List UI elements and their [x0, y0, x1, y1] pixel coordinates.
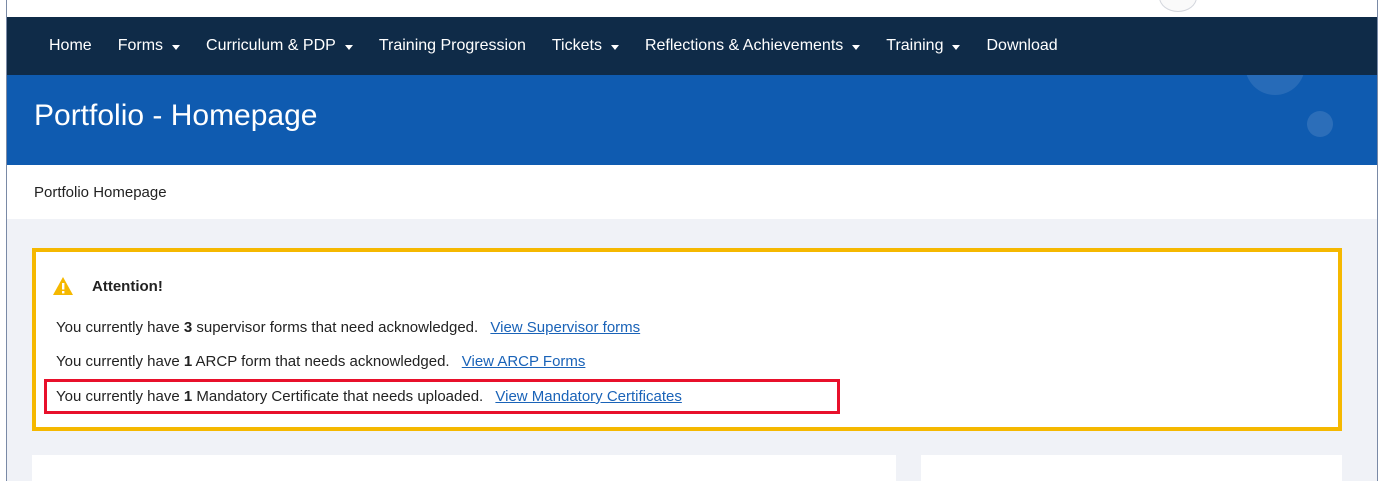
alert-line-count: 3: [183, 319, 193, 336]
nav-training-progression-label: Training Progression: [378, 37, 526, 54]
page-frame: Home Forms Curriculum & PDP Training Pro…: [6, 0, 1378, 481]
breadcrumb-current: Portfolio Homepage: [34, 183, 167, 201]
nav-curriculum-pdp-label: Curriculum & PDP: [206, 37, 336, 54]
caret-down-icon: [852, 44, 861, 50]
alert-line-prefix: You currently have: [56, 353, 184, 370]
view-mandatory-certificates-link[interactable]: View Mandatory Certificates: [495, 388, 681, 405]
nav-download-label: Download: [986, 37, 1058, 54]
page-banner: Portfolio - Homepage: [7, 75, 1377, 165]
alert-heading: Attention!: [92, 277, 163, 295]
caret-down-icon: [610, 44, 619, 50]
caret-down-icon: [344, 44, 353, 50]
user-avatar[interactable]: [1159, 0, 1197, 12]
decorative-circle: [1245, 75, 1305, 95]
nav-reflections-achievements[interactable]: Reflections & Achievements: [644, 37, 861, 55]
nav-training-progression[interactable]: Training Progression: [379, 37, 526, 55]
view-supervisor-forms-link[interactable]: View Supervisor forms: [490, 319, 640, 336]
nav-home[interactable]: Home: [49, 37, 92, 55]
caret-down-icon: [952, 44, 961, 50]
nav-home-label: Home: [49, 37, 92, 54]
main-navbar: Home Forms Curriculum & PDP Training Pro…: [7, 17, 1377, 75]
nav-reflections-achievements-label: Reflections & Achievements: [644, 37, 844, 54]
content-panel-main: [32, 455, 896, 481]
nav-training[interactable]: Training: [886, 37, 961, 55]
alert-line-suffix: supervisor forms that need acknowledged.: [192, 319, 479, 336]
alert-line-suffix: ARCP form that needs acknowledged.: [192, 353, 450, 370]
nav-forms-label: Forms: [117, 37, 164, 54]
attention-alert: Attention! You currently have 3 supervis…: [32, 248, 1342, 431]
nav-training-label: Training: [886, 37, 944, 54]
nav-download[interactable]: Download: [986, 37, 1057, 55]
alert-line-prefix: You currently have: [56, 388, 184, 405]
decorative-circle: [1307, 111, 1333, 137]
caret-down-icon: [172, 44, 181, 50]
alert-line-mandatory-certificates: You currently have 1 Mandatory Certifica…: [56, 388, 682, 405]
nav-forms[interactable]: Forms: [117, 37, 181, 55]
breadcrumb: Portfolio Homepage: [7, 165, 1377, 219]
alert-line-supervisor-forms: You currently have 3 supervisor forms th…: [56, 319, 640, 336]
nav-tickets-label: Tickets: [551, 37, 602, 54]
nav-curriculum-pdp[interactable]: Curriculum & PDP: [206, 37, 353, 55]
alert-line-count: 1: [183, 353, 193, 370]
content-panel-side: [921, 455, 1342, 481]
warning-icon: [53, 277, 73, 295]
alert-header: Attention!: [52, 276, 163, 296]
view-arcp-forms-link[interactable]: View ARCP Forms: [462, 353, 586, 370]
alert-line-count: 1: [183, 388, 193, 405]
top-strip: [7, 0, 1377, 17]
alert-line-arcp-forms: You currently have 1 ARCP form that need…: [56, 353, 585, 370]
alert-line-prefix: You currently have: [56, 319, 184, 336]
alert-line-suffix: Mandatory Certificate that needs uploade…: [192, 388, 484, 405]
nav-tickets[interactable]: Tickets: [552, 37, 619, 55]
page-title: Portfolio - Homepage: [34, 99, 318, 132]
